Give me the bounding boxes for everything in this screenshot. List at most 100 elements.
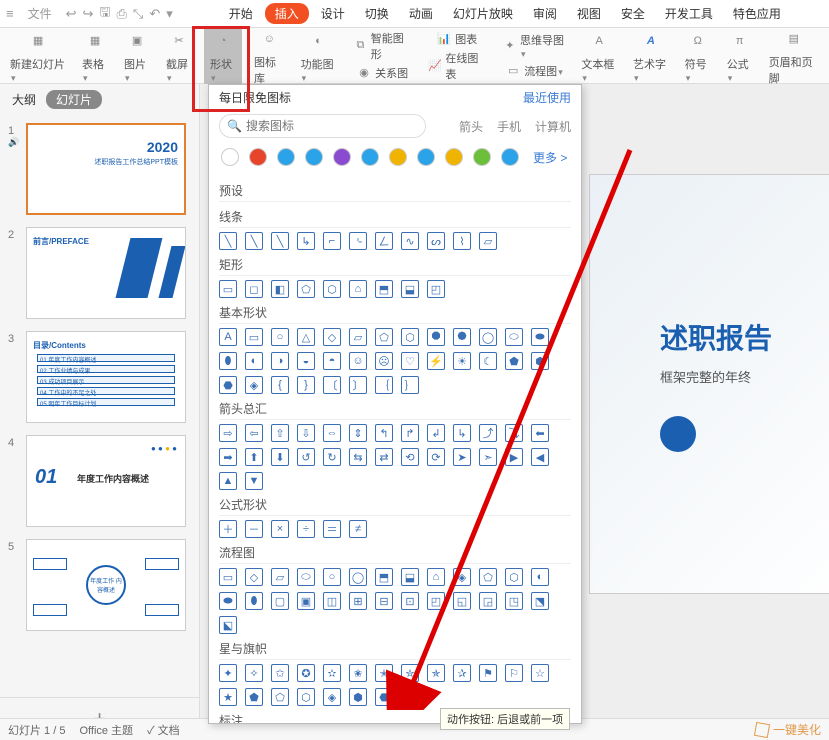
color-dot[interactable] — [305, 148, 323, 166]
menu-review[interactable]: 审阅 — [525, 3, 565, 24]
shape-item[interactable]: ▭ — [245, 328, 263, 346]
shape-item[interactable]: 〔 — [323, 376, 341, 394]
shape-item[interactable]: ☾ — [479, 352, 497, 370]
more-colors[interactable]: 更多 > — [533, 149, 567, 166]
ribbon-shape[interactable]: ◔形状▾ — [204, 26, 242, 86]
menu-design[interactable]: 设计 — [313, 3, 353, 24]
ribbon-onlinechart[interactable]: 📈在线图表 — [423, 50, 490, 82]
color-dot[interactable] — [333, 148, 351, 166]
shape-item[interactable]: ➣ — [479, 448, 497, 466]
qat-undo[interactable]: ↶ — [149, 6, 160, 22]
qat-back[interactable]: ↩ — [66, 6, 77, 22]
shape-item[interactable]: ╲ — [245, 232, 263, 250]
shape-item[interactable]: ÷ — [297, 520, 315, 538]
ribbon-flowchart[interactable]: ▭流程图▾ — [498, 62, 570, 80]
shape-item[interactable]: ⇔ — [323, 424, 341, 442]
shape-item[interactable]: ⬟ — [505, 352, 523, 370]
shape-item[interactable]: ⤵ — [505, 424, 523, 442]
shape-item[interactable]: △ — [297, 328, 315, 346]
shape-item[interactable]: ╲ — [219, 232, 237, 250]
file-menu[interactable]: 文件 — [20, 3, 60, 24]
ribbon-smartart[interactable]: ⧉智能图形 — [348, 30, 415, 62]
shape-item[interactable]: ▭ — [219, 568, 237, 586]
shape-item[interactable]: ⬮ — [219, 352, 237, 370]
shape-item[interactable]: ⬔ — [531, 592, 549, 610]
shape-item[interactable]: ✫ — [323, 664, 341, 682]
shape-item[interactable]: ◧ — [271, 280, 289, 298]
shape-item[interactable]: ◈ — [245, 376, 263, 394]
ribbon-equation[interactable]: π公式▾ — [723, 28, 757, 84]
shape-item[interactable]: ◱ — [453, 592, 471, 610]
shape-item[interactable]: ◐ — [245, 352, 263, 370]
shape-item[interactable]: ⇧ — [271, 424, 289, 442]
qat-print[interactable]: ⎙ — [117, 6, 127, 22]
shape-item[interactable]: ╲ — [271, 232, 289, 250]
tab-outline[interactable]: 大纲 — [12, 91, 36, 108]
shape-item[interactable]: ⬒ — [375, 280, 393, 298]
shape-item[interactable]: ⬬ — [531, 328, 549, 346]
shape-item[interactable]: ⬠ — [479, 568, 497, 586]
shape-item[interactable]: ⬡ — [297, 688, 315, 706]
shape-item[interactable]: ＋ — [219, 520, 237, 538]
ribbon-symbol[interactable]: Ω符号▾ — [681, 28, 715, 84]
ribbon-picture[interactable]: ▣图片▾ — [120, 28, 154, 84]
shape-item[interactable]: － — [245, 520, 263, 538]
color-dot[interactable] — [445, 148, 463, 166]
shape-item[interactable]: ◳ — [505, 592, 523, 610]
menu-devtools[interactable]: 开发工具 — [657, 3, 721, 24]
shape-item[interactable]: ◲ — [479, 592, 497, 610]
shape-item[interactable]: ⬡ — [323, 280, 341, 298]
shape-item[interactable]: ✦ — [219, 664, 237, 682]
shape-item[interactable]: ○ — [323, 568, 341, 586]
shape-item[interactable]: ⬠ — [271, 688, 289, 706]
shape-item[interactable]: ◀ — [531, 448, 549, 466]
shape-item[interactable]: ⊟ — [375, 592, 393, 610]
shape-item[interactable]: ⬓ — [401, 568, 419, 586]
shape-item[interactable]: ▱ — [271, 568, 289, 586]
shape-item[interactable]: ⬮ — [245, 592, 263, 610]
thumb-5[interactable]: 年度工作 内容概述 — [26, 539, 186, 631]
shape-item[interactable]: ◇ — [245, 568, 263, 586]
ribbon-wordart[interactable]: A艺术字▾ — [629, 28, 673, 84]
shape-item[interactable]: ◰ — [427, 592, 445, 610]
color-dot[interactable] — [473, 148, 491, 166]
ribbon-funcimg[interactable]: ◐功能图▾ — [297, 28, 341, 84]
shape-item[interactable]: ☆ — [531, 664, 549, 682]
shape-item[interactable]: ᔕ — [427, 232, 445, 250]
shape-item[interactable]: ⇩ — [297, 424, 315, 442]
shape-item[interactable]: { — [271, 376, 289, 394]
shape-item[interactable]: ↲ — [427, 424, 445, 442]
menu-icon[interactable]: ≡ — [6, 6, 14, 21]
shape-item[interactable]: ⬡ — [401, 328, 419, 346]
shape-item[interactable]: ◫ — [323, 592, 341, 610]
shape-item[interactable]: ⬠ — [297, 280, 315, 298]
shape-item[interactable]: ⊡ — [401, 592, 419, 610]
shape-item[interactable]: ⚑ — [479, 664, 497, 682]
ribbon-chart[interactable]: 📊图表 — [423, 30, 490, 48]
shape-item[interactable]: ◒ — [297, 352, 315, 370]
shape-item[interactable]: ▣ — [297, 592, 315, 610]
thumb-2[interactable]: 前言/PREFACE — [26, 227, 186, 319]
status-docfix[interactable]: ✓ 文档 — [147, 722, 180, 738]
beautify-button[interactable]: 一键美化 — [755, 721, 821, 738]
shape-item[interactable]: ◻ — [245, 280, 263, 298]
shape-item[interactable]: ⌎ — [349, 232, 367, 250]
shape-item[interactable]: ◯ — [349, 568, 367, 586]
shape-item[interactable]: ｝ — [401, 376, 419, 394]
shape-item[interactable]: ↻ — [323, 448, 341, 466]
shape-item[interactable]: ｛ — [375, 376, 393, 394]
shape-item[interactable]: ✰ — [453, 664, 471, 682]
shape-item[interactable]: ▲ — [219, 472, 237, 490]
color-dot[interactable] — [221, 148, 239, 166]
shape-item[interactable]: ⌐ — [323, 232, 341, 250]
recent-link[interactable]: 最近使用 — [523, 89, 571, 106]
shape-item[interactable]: ▱ — [349, 328, 367, 346]
shape-item[interactable]: ⚡ — [427, 352, 445, 370]
shape-item[interactable]: ◇ — [323, 328, 341, 346]
shape-item[interactable]: ⇨ — [219, 424, 237, 442]
menu-transition[interactable]: 切换 — [357, 3, 397, 24]
menu-special[interactable]: 特色应用 — [725, 3, 789, 24]
shape-item[interactable]: ⬠ — [375, 328, 393, 346]
color-dot[interactable] — [501, 148, 519, 166]
tag-computer[interactable]: 计算机 — [535, 118, 571, 135]
